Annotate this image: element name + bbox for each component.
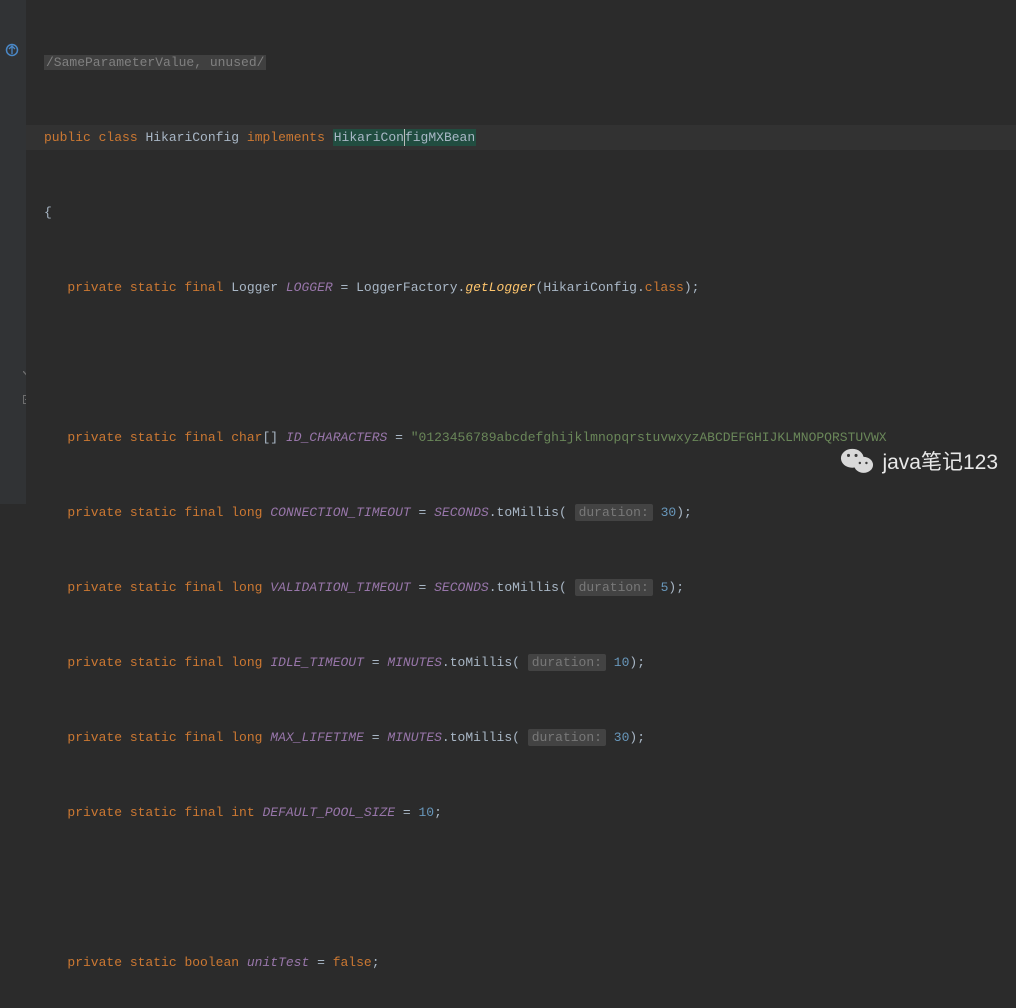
code-line: private static final int DEFAULT_POOL_SI…	[26, 800, 1016, 825]
param-hint: duration:	[575, 579, 653, 596]
code-line: {	[26, 200, 1016, 225]
implemented-interface-icon[interactable]	[4, 42, 20, 58]
param-hint: duration:	[575, 504, 653, 521]
suppress-annotation: /SameParameterValue, unused/	[44, 55, 266, 70]
editor-gutter	[0, 0, 26, 504]
code-line: private static final long MAX_LIFETIME =…	[26, 725, 1016, 750]
param-hint: duration:	[528, 654, 606, 671]
blank-line	[26, 875, 1016, 900]
code-editor[interactable]: /SameParameterValue, unused/ public clas…	[26, 0, 1016, 504]
code-line: /SameParameterValue, unused/	[26, 50, 1016, 75]
code-line: private static final char[] ID_CHARACTER…	[26, 425, 1016, 450]
class-declaration-line: public class HikariConfig implements Hik…	[26, 125, 1016, 150]
code-line: private static final long VALIDATION_TIM…	[26, 575, 1016, 600]
text-cursor	[404, 129, 405, 146]
param-hint: duration:	[528, 729, 606, 746]
code-line: private static final Logger LOGGER = Log…	[26, 275, 1016, 300]
blank-line	[26, 350, 1016, 375]
code-line: private static boolean unitTest = false;	[26, 950, 1016, 975]
interface-name: HikariConfigMXBean	[333, 129, 476, 146]
code-line: private static final long IDLE_TIMEOUT =…	[26, 650, 1016, 675]
